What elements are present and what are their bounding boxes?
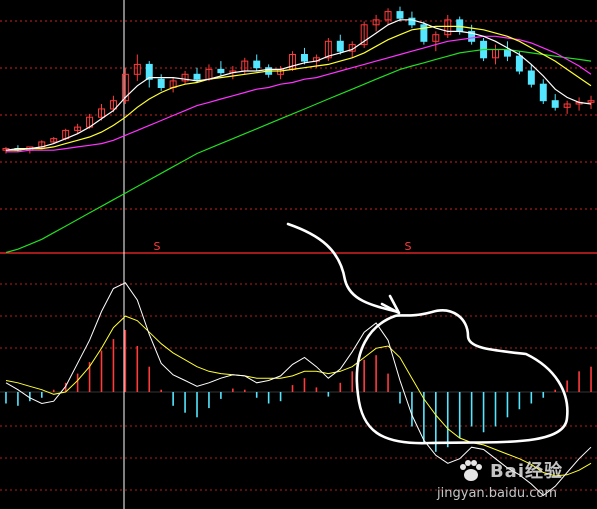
price-panel: SS — [2, 6, 595, 254]
chart-grid — [0, 0, 597, 509]
candle-body — [551, 100, 559, 108]
annotation-overlay — [286, 222, 569, 445]
candle-body — [503, 49, 511, 57]
candle-body — [539, 83, 547, 102]
signal-marker: S — [154, 240, 161, 253]
annotation-arrow — [286, 222, 400, 314]
candle-body — [157, 78, 165, 88]
candle-body — [193, 73, 201, 80]
ma20-line — [6, 35, 592, 153]
candle-body — [527, 70, 535, 85]
stock-chart: SS — [0, 0, 597, 509]
dea-line — [5, 315, 592, 477]
candle-body — [217, 68, 225, 74]
candle-body — [515, 55, 523, 72]
candle-body — [336, 40, 344, 52]
candle-body — [408, 17, 416, 26]
dif-line — [5, 282, 592, 497]
macd-panel — [0, 282, 597, 497]
candle-body — [253, 60, 261, 69]
ma5-line — [5, 19, 592, 151]
candle-body — [300, 54, 308, 62]
paw-logo-icon — [460, 460, 482, 481]
candle-body — [456, 19, 464, 32]
signal-marker: S — [405, 240, 412, 253]
candle-body — [396, 11, 404, 19]
ma60-line — [5, 48, 592, 254]
